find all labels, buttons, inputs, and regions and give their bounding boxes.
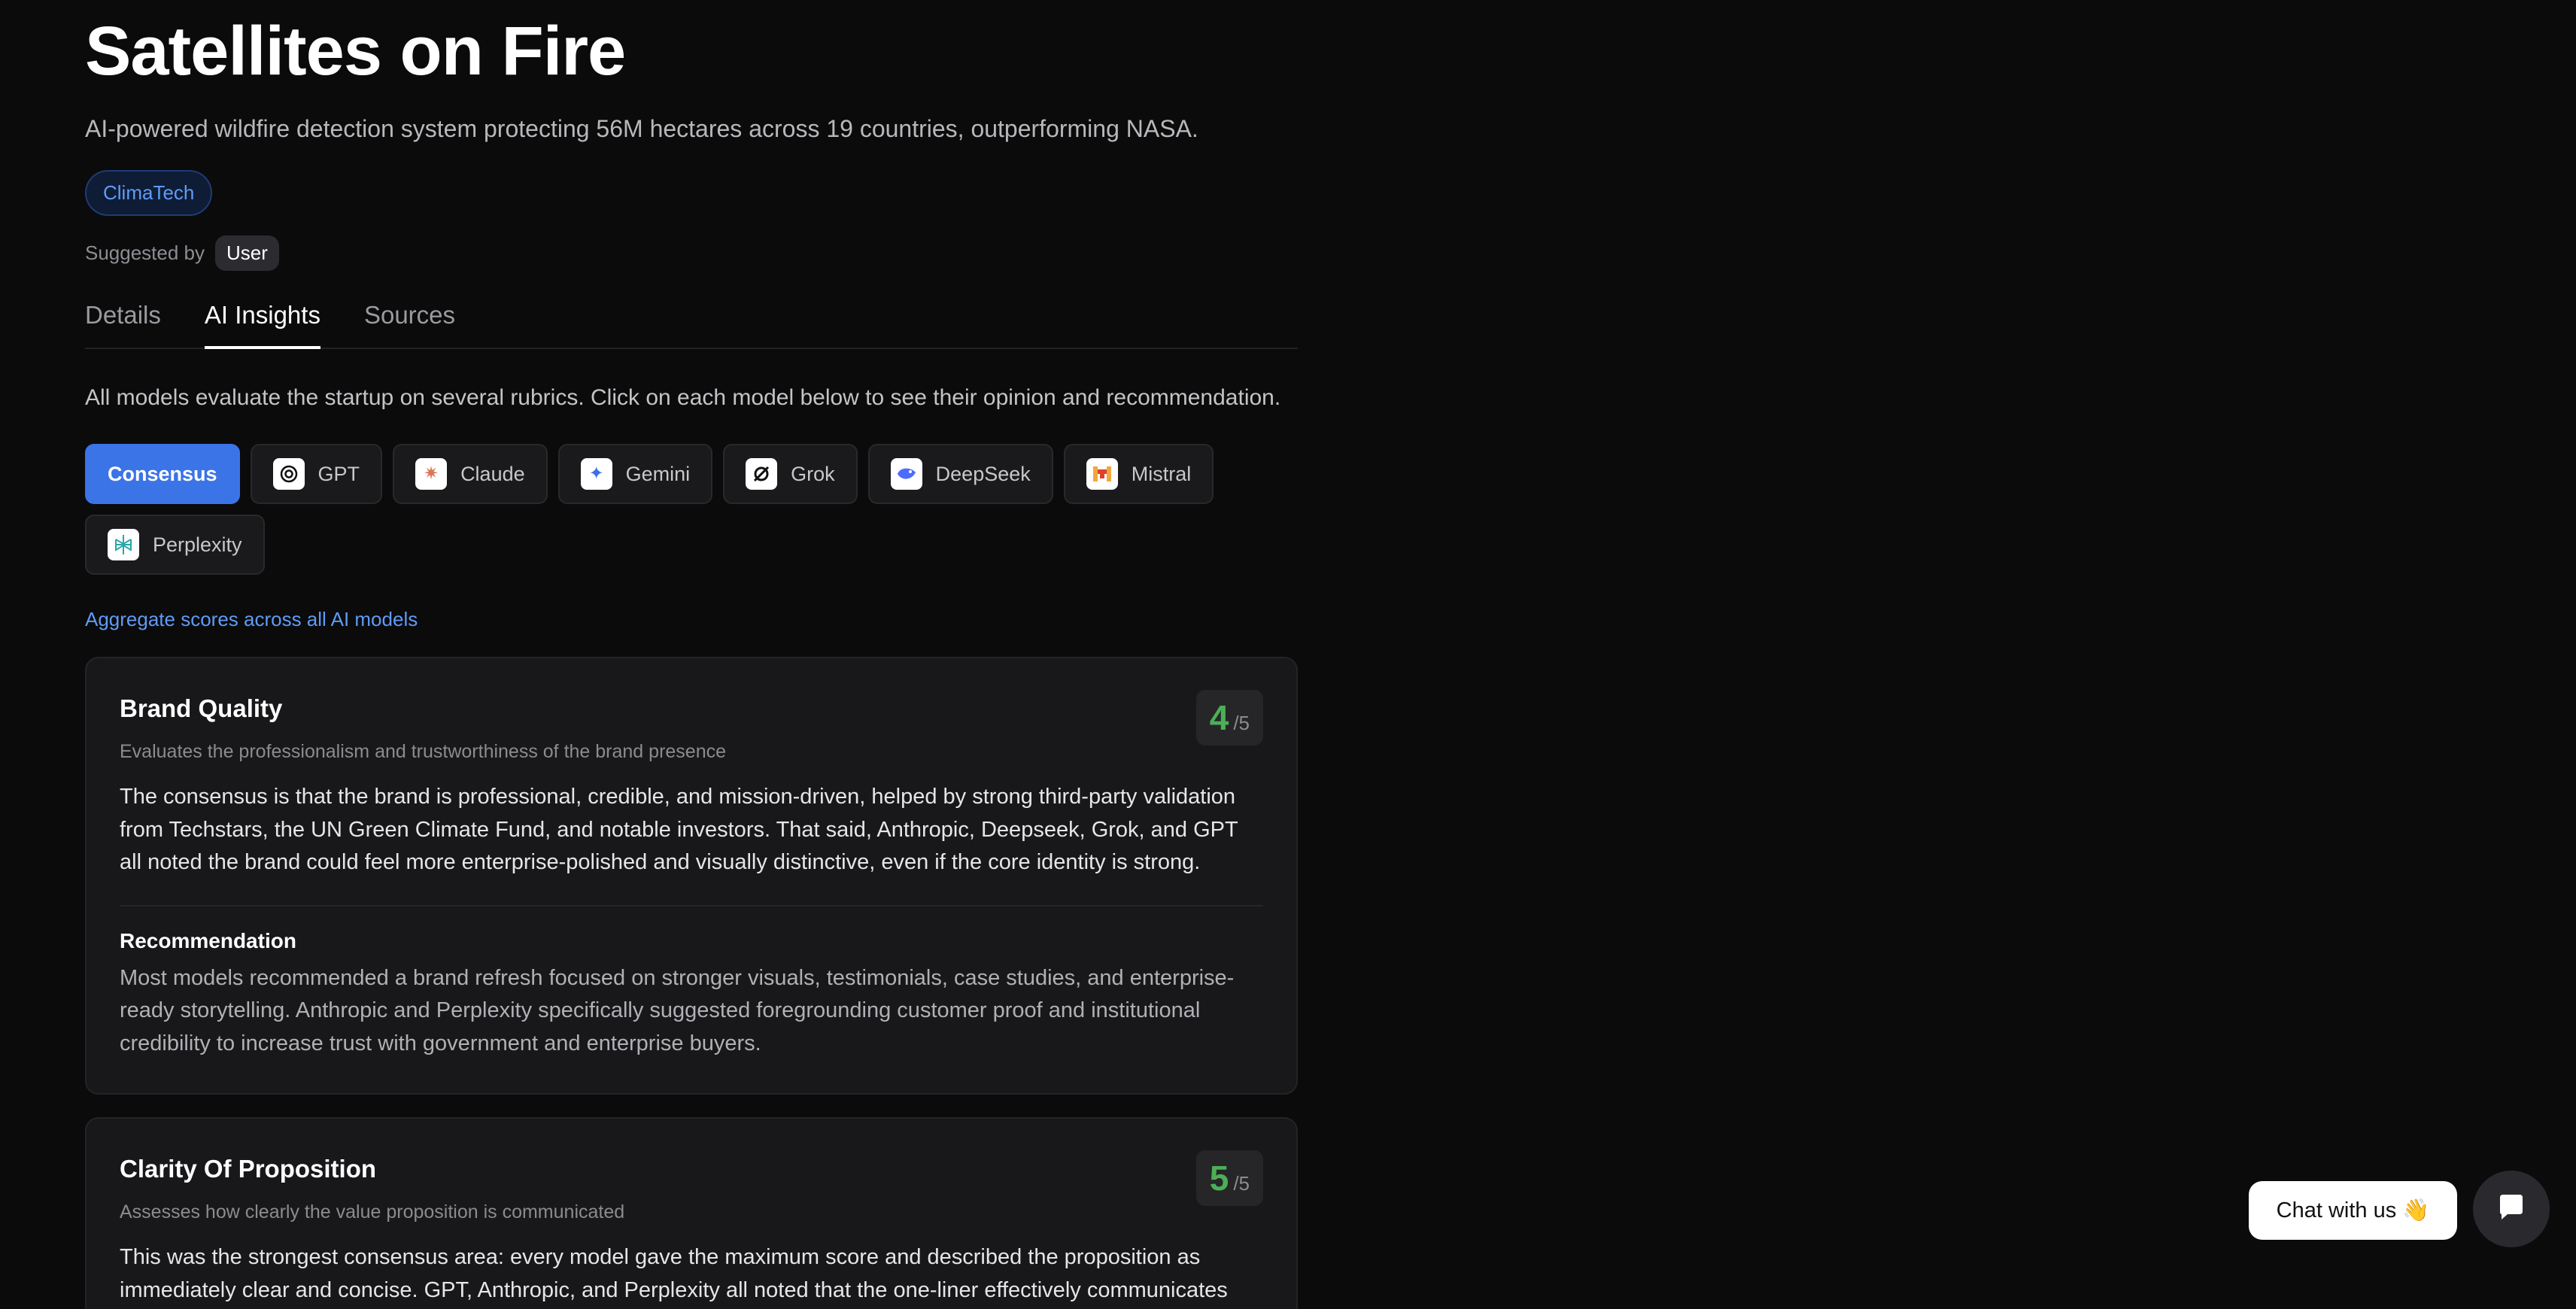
recommendation-heading: Recommendation: [120, 928, 296, 952]
gpt-icon: [272, 458, 305, 490]
score-badge: 5 /5: [1195, 1150, 1263, 1207]
aggregate-scores-label: Aggregate scores across all AI models: [85, 608, 418, 631]
claude-icon: ✷: [415, 458, 448, 490]
suggested-by-label: Suggested by: [85, 241, 205, 265]
gemini-icon: ✦: [580, 458, 612, 490]
chat-launcher-button[interactable]: [2473, 1171, 2550, 1247]
chat-with-us-bubble[interactable]: Chat with us 👋: [2249, 1181, 2457, 1240]
rubric-consensus-text: The consensus is that the brand is profe…: [120, 785, 1238, 875]
page: Satellites on Fire AI-powered wildfire d…: [0, 0, 2576, 1309]
suggested-by: Suggested by User: [85, 235, 1298, 272]
rubric-title: Brand Quality: [120, 694, 283, 723]
model-button-consensus[interactable]: Consensus: [85, 444, 240, 505]
tab-details[interactable]: Details: [85, 301, 161, 348]
mistral-icon: [1086, 458, 1118, 490]
model-label: GPT: [317, 462, 360, 485]
rubric-consensus-text: This was the strongest consensus area: e…: [120, 1245, 1228, 1302]
score-badge: 4 /5: [1195, 690, 1263, 746]
recommendation-text: Most models recommended a brand refresh …: [120, 965, 1235, 1055]
main-content: Satellites on Fire AI-powered wildfire d…: [85, 0, 1298, 1309]
rubric-description: Assesses how clearly the value propositi…: [120, 1201, 625, 1223]
model-button-deepseek[interactable]: DeepSeek: [867, 444, 1053, 505]
model-button-mistral[interactable]: Mistral: [1063, 444, 1214, 505]
page-title: Satellites on Fire: [85, 13, 626, 90]
model-label: Claude: [460, 462, 525, 485]
suggested-by-user-badge: User: [215, 235, 279, 272]
rubric-title: Clarity Of Proposition: [120, 1155, 377, 1183]
model-button-gemini[interactable]: ✦ Gemini: [557, 444, 713, 505]
tab-sources[interactable]: Sources: [364, 301, 455, 348]
model-label: Mistral: [1131, 462, 1192, 485]
model-button-perplexity[interactable]: Perplexity: [85, 515, 265, 576]
tab-ai-insights[interactable]: AI Insights: [204, 301, 321, 350]
model-label: DeepSeek: [935, 462, 1031, 485]
chat-bubble-icon: [2496, 1192, 2527, 1227]
model-button-gpt[interactable]: GPT: [250, 444, 383, 505]
model-label: Gemini: [625, 462, 691, 485]
model-label: Consensus: [108, 462, 217, 485]
divider: [120, 904, 1263, 907]
grok-icon: [746, 458, 778, 490]
category-tag[interactable]: ClimaTech: [85, 170, 213, 217]
deepseek-icon: [890, 458, 922, 490]
rubric-description: Evaluates the professionalism and trustw…: [120, 741, 727, 763]
perplexity-icon: [108, 529, 139, 561]
score-value: 5: [1209, 1159, 1229, 1198]
model-button-claude[interactable]: ✷ Claude: [393, 444, 548, 505]
rubric-card-clarity-of-proposition: Clarity Of Proposition Assesses how clea…: [85, 1117, 1298, 1309]
score-value: 4: [1209, 698, 1229, 738]
score-max: /5: [1233, 712, 1250, 735]
model-label: Grok: [791, 462, 835, 485]
model-label: Perplexity: [153, 533, 242, 556]
intro-text: All models evaluate the startup on sever…: [85, 385, 1281, 411]
rubric-card-brand-quality: Brand Quality Evaluates the professional…: [85, 657, 1298, 1095]
tab-bar: Details AI Insights Sources: [85, 301, 1298, 350]
score-max: /5: [1233, 1172, 1250, 1195]
page-subtitle: AI-powered wildfire detection system pro…: [85, 115, 1198, 142]
model-selector: Consensus GPT ✷ Claude ✦ Gemini Grok Dee…: [85, 444, 1298, 576]
model-button-grok[interactable]: Grok: [723, 444, 858, 505]
